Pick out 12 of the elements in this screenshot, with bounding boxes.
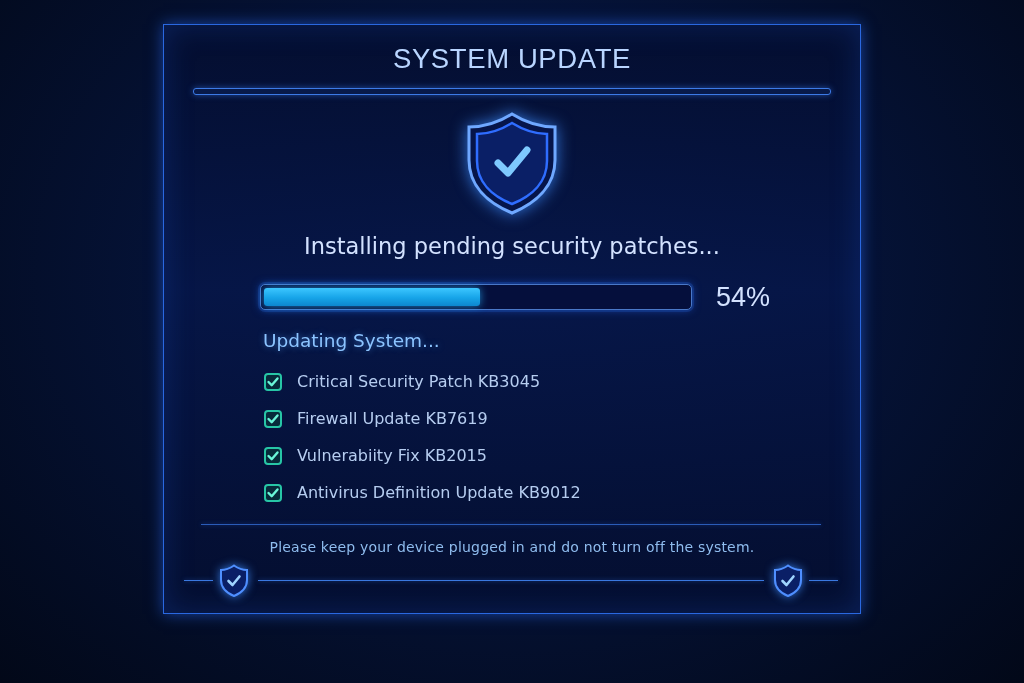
shield-check-icon bbox=[466, 112, 558, 215]
task-label: Firewall Update KB7619 bbox=[297, 408, 488, 430]
task-label: Antivirus Definition Update KB9012 bbox=[297, 482, 581, 504]
window-title: SYSTEM UPDATE bbox=[393, 43, 631, 75]
task-label: Vulnerabiity Fix KB2015 bbox=[297, 445, 487, 467]
task-label: Critical Security Patch KB3045 bbox=[297, 371, 541, 393]
shield-check-icon bbox=[774, 564, 802, 597]
progress-percent: 54% bbox=[716, 282, 771, 312]
status-message: Installing pending security patches... bbox=[304, 232, 720, 260]
notice-text: Please keep your device plugged in and do not turn off the system. bbox=[269, 539, 755, 556]
section-heading: Updating System... bbox=[263, 329, 440, 353]
shield-check-icon bbox=[220, 564, 248, 597]
